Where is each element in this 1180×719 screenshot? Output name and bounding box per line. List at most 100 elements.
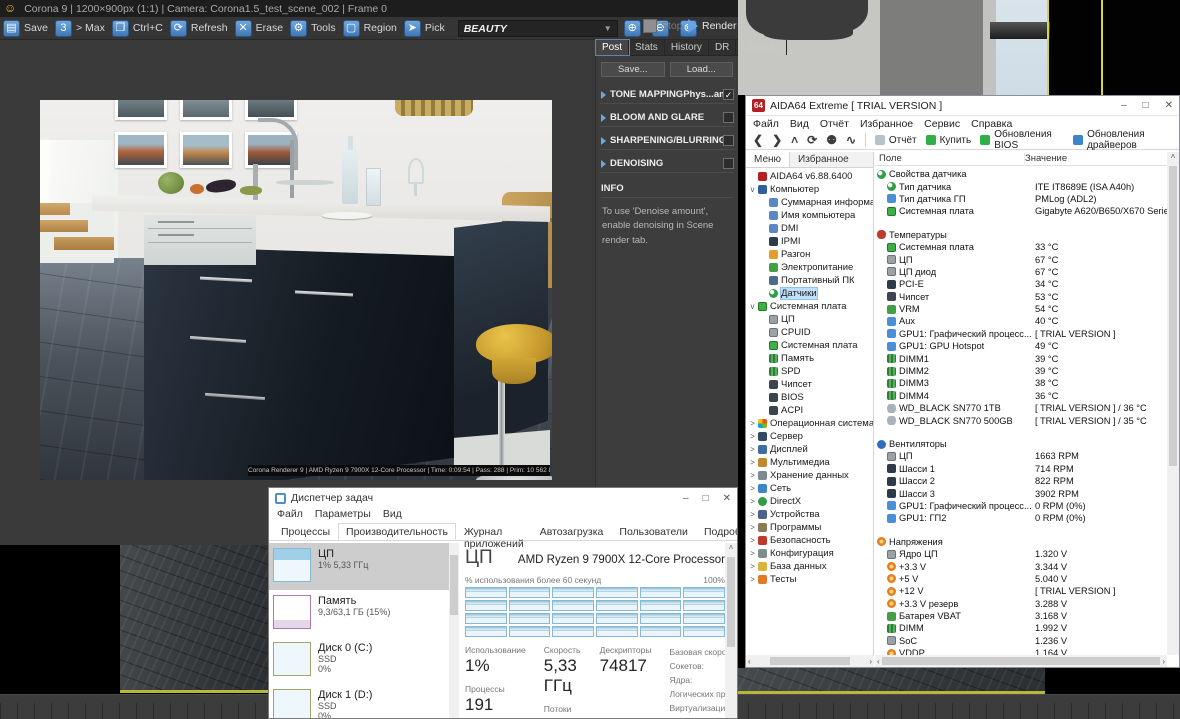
sensor-row[interactable]: GPU1: Графический процесс... 0 RPM (0%) [875, 500, 1167, 512]
menu-файл[interactable]: Файл [277, 508, 303, 523]
tab-автозагрузка[interactable]: Автозагрузка [532, 523, 612, 540]
sensor-row[interactable]: Чипсет 53 °C [875, 291, 1167, 303]
sensor-row[interactable]: +5 V 5.040 V [875, 573, 1167, 585]
sensor-row[interactable]: +3.3 V резерв 3.288 V [875, 598, 1167, 610]
sensor-row[interactable]: ЦП диод 67 °C [875, 266, 1167, 278]
stop-button[interactable]: Stop [643, 19, 683, 33]
sensor-row[interactable]: VDDP 1.164 V [875, 647, 1167, 655]
tab-post[interactable]: Post [594, 39, 631, 56]
sensor-row[interactable]: GPU1: Графический процесс...[ TRIAL VERS… [875, 328, 1167, 340]
sensor-row[interactable]: VRM 54 °C [875, 303, 1167, 315]
tree-item[interactable]: Электропитание [746, 261, 873, 274]
menu-справка[interactable]: Справка [971, 118, 1012, 130]
tree-item[interactable]: SPD [746, 365, 873, 378]
tab-history[interactable]: History [665, 40, 709, 55]
tree-item[interactable]: Разгон [746, 248, 873, 261]
tree-item[interactable]: Суммарная информация [746, 196, 873, 209]
отч-т-button[interactable]: Отчёт [874, 135, 917, 146]
nav-up-icon[interactable]: ˄ [791, 133, 798, 147]
tree-item[interactable]: > База данных [746, 560, 873, 573]
sidebar-item-память[interactable]: Память 9,3/63,1 ГБ (15%) [269, 590, 449, 637]
aida-tree-hscrollbar[interactable]: ‹ › [746, 655, 874, 667]
sensor-row[interactable]: SoC 1.236 V [875, 635, 1167, 647]
save-button[interactable]: ▤ Save [3, 19, 48, 37]
aida-sensor-vscrollbar[interactable]: ˄ [1167, 152, 1179, 655]
post-section-denoising[interactable]: DENOISING [600, 157, 734, 173]
tree-item[interactable]: > Хранение данных [746, 469, 873, 482]
ctrl-c-button[interactable]: ❐ Ctrl+C [111, 19, 163, 37]
post-save-button[interactable]: Save... [601, 62, 665, 77]
tree-item[interactable]: > Дисплей [746, 443, 873, 456]
tab-lightmix[interactable]: LightMix [736, 40, 787, 55]
tab-stats[interactable]: Stats [629, 40, 665, 55]
tab-журнал приложений[interactable]: Журнал приложений [456, 523, 532, 550]
post-section-sharpening/blurring[interactable]: SHARPENING/BLURRING [600, 134, 734, 150]
close-button[interactable]: ✕ [1165, 100, 1173, 111]
sensor-row[interactable]: DIMM4 36 °C [875, 390, 1167, 402]
minimize-button[interactable]: – [683, 493, 689, 504]
tree-item[interactable]: CPUID [746, 326, 873, 339]
left-tab-меню[interactable]: Меню [746, 152, 791, 167]
minimize-button[interactable]: – [1121, 100, 1127, 111]
taskmgr-sidebar-scrollbar[interactable] [449, 543, 459, 718]
menu-файл[interactable]: Файл [753, 118, 779, 130]
tree-item[interactable]: Портативный ПК [746, 274, 873, 287]
sensor-row[interactable]: Тип датчика ГП PMLog (ADL2) [875, 193, 1167, 205]
tree-item[interactable]: > Программы [746, 521, 873, 534]
sensor-row[interactable]: DIMM1 39 °C [875, 352, 1167, 364]
sensor-row[interactable]: Aux 40 °C [875, 315, 1167, 327]
sensor-row[interactable]: DIMM2 39 °C [875, 365, 1167, 377]
sensor-row[interactable]: DIMM3 38 °C [875, 377, 1167, 389]
sensor-row[interactable]: Шасси 2 822 RPM [875, 475, 1167, 487]
tools-button[interactable]: ⚙ Tools [290, 19, 336, 37]
close-button[interactable]: ✕ [723, 493, 731, 504]
taskmgr-title-bar[interactable]: Диспетчер задач – □ ✕ [269, 488, 737, 508]
erase-button[interactable]: ✕ Erase [234, 19, 283, 37]
sensor-row[interactable]: WD_BLACK SN770 500GB [ TRIAL VERSION ] / … [875, 414, 1167, 426]
tree-item[interactable]: v Системная плата [746, 300, 873, 313]
tree-item[interactable]: > DirectX [746, 495, 873, 508]
sensor-row[interactable]: ЦП 67 °C [875, 253, 1167, 265]
обновления-драйверов-button[interactable]: Обновления драйверов [1073, 129, 1179, 151]
sensor-row[interactable]: +3.3 V 3.344 V [875, 560, 1167, 572]
user-icon[interactable]: ⚉ [826, 133, 837, 147]
render-element-selector[interactable]: BEAUTY ▼ [457, 19, 618, 37]
tree-item[interactable]: > Безопасность [746, 534, 873, 547]
aida-title-bar[interactable]: 64 AIDA64 Extreme [ TRIAL VERSION ] – □ ✕ [746, 96, 1179, 116]
sidebar-item-диск-0-c-[interactable]: Диск 0 (C:) SSD 0% [269, 637, 449, 684]
tree-item[interactable]: > Сеть [746, 482, 873, 495]
tree-item[interactable]: > Тесты [746, 573, 873, 586]
post-section-checkbox[interactable] [723, 158, 734, 169]
sensor-row[interactable]: Батарея VBAT 3.168 V [875, 610, 1167, 622]
sidebar-item-цп[interactable]: ЦП 1% 5,33 ГГц [269, 543, 449, 590]
tree-item[interactable]: Память [746, 352, 873, 365]
maximize-button[interactable]: □ [1143, 100, 1149, 111]
refresh-button[interactable]: ⟳ Refresh [169, 19, 228, 37]
menu-вид[interactable]: Вид [383, 508, 402, 523]
left-tab-избранное[interactable]: Избранное [790, 152, 857, 167]
nav-forward-icon[interactable]: ❯ [772, 133, 782, 147]
sensor-row[interactable]: Ядро ЦП 1.320 V [875, 548, 1167, 560]
sidebar-item-диск-1-d-[interactable]: Диск 1 (D:) SSD 0% [269, 684, 449, 718]
tree-item[interactable]: Чипсет [746, 378, 873, 391]
corona-title-bar[interactable]: ☺ Corona 9 | 1200×900px (1:1) | Camera: … [0, 0, 738, 17]
column-header-value[interactable]: Значение [1025, 153, 1067, 164]
tab-dr[interactable]: DR [709, 40, 737, 55]
aida-sensor-hscrollbar[interactable]: ‹ › [875, 655, 1167, 667]
pick-button[interactable]: ➤ Pick [403, 19, 445, 37]
tree-item[interactable]: ACPI [746, 404, 873, 417]
tree-item[interactable]: > Сервер [746, 430, 873, 443]
sensor-row[interactable]: GPU1: GPU Hotspot 49 °C [875, 340, 1167, 352]
post-section-checkbox[interactable] [723, 135, 734, 146]
sensor-row[interactable]: PCI-E 34 °C [875, 278, 1167, 290]
tree-item[interactable]: > Устройства [746, 508, 873, 521]
tab-пользователи[interactable]: Пользователи [611, 523, 696, 540]
tab-подробности[interactable]: Подробности [696, 523, 737, 540]
sensor-row[interactable]: ЦП 1663 RPM [875, 450, 1167, 462]
tree-item[interactable]: IPMI [746, 235, 873, 248]
sensor-row[interactable]: Шасси 1 714 RPM [875, 463, 1167, 475]
купить-button[interactable]: Купить [925, 135, 971, 146]
tree-item[interactable]: BIOS [746, 391, 873, 404]
sensor-row[interactable]: WD_BLACK SN770 1TB [ TRIAL VERSION ] / 36… [875, 402, 1167, 414]
sensor-row[interactable]: +12 V [ TRIAL VERSION ] [875, 585, 1167, 597]
